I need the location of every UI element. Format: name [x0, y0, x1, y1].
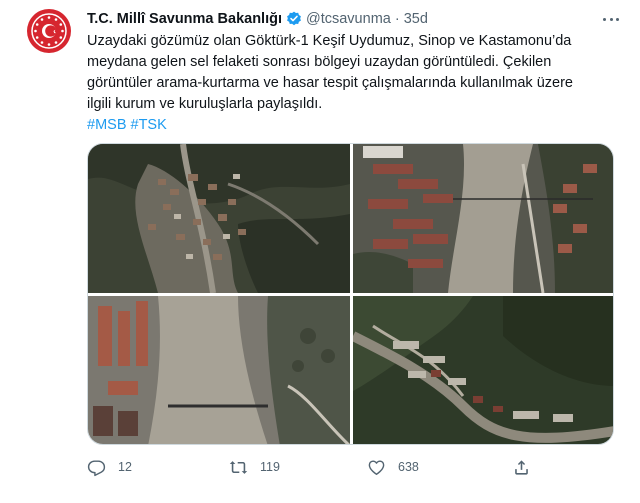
- hashtags: #MSB #TSK: [87, 115, 622, 136]
- verified-badge-icon: [286, 11, 302, 27]
- tweet-text-line: görüntüler arama-kurtarma ve hasar tespi…: [87, 75, 573, 91]
- tweet-actions: 12 119 638: [87, 456, 547, 478]
- author-name[interactable]: T.C. Millî Savunma Bakanlığı: [87, 11, 282, 27]
- satellite-image[interactable]: [88, 144, 350, 293]
- heart-icon: [368, 459, 385, 475]
- reply-count: 12: [118, 460, 132, 474]
- retweet-count: 119: [260, 460, 280, 474]
- hashtag-link[interactable]: #TSK: [131, 117, 167, 133]
- msb-emblem-icon: [31, 13, 67, 49]
- tweet-text-line: meydana gelen sel felaketi sonrası bölge…: [87, 54, 552, 70]
- tweet-text: Uzaydaki gözümüz olan Göktürk-1 Keşif Uy…: [87, 31, 622, 136]
- tweet-time[interactable]: 35d: [404, 11, 428, 27]
- media-grid: [87, 143, 614, 445]
- avatar[interactable]: [27, 9, 71, 53]
- satellite-image[interactable]: [353, 296, 613, 444]
- share-icon: [515, 459, 528, 475]
- like-count: 638: [398, 460, 419, 474]
- retweet-icon: [229, 460, 248, 474]
- tweet-text-line: ilgili kurum ve kuruluşlarla paylaşıldı.: [87, 96, 323, 112]
- tweet-header: T.C. Millî Savunma Bakanlığı @tcsavunma …: [87, 9, 428, 29]
- satellite-image[interactable]: [88, 296, 350, 444]
- author-handle[interactable]: @tcsavunma: [306, 11, 391, 27]
- hashtag-link[interactable]: #MSB: [87, 117, 127, 133]
- tweet-text-line: Uzaydaki gözümüz olan Göktürk-1 Keşif Uy…: [87, 33, 572, 49]
- more-icon[interactable]: [600, 10, 622, 28]
- tweet[interactable]: T.C. Millî Savunma Bakanlığı @tcsavunma …: [0, 0, 640, 503]
- reply-button[interactable]: 12: [87, 456, 132, 478]
- reply-icon: [87, 459, 106, 476]
- like-button[interactable]: 638: [367, 456, 419, 478]
- satellite-image[interactable]: [353, 144, 613, 293]
- share-button[interactable]: [512, 456, 543, 478]
- separator-dot: ·: [394, 11, 400, 27]
- retweet-button[interactable]: 119: [229, 456, 280, 478]
